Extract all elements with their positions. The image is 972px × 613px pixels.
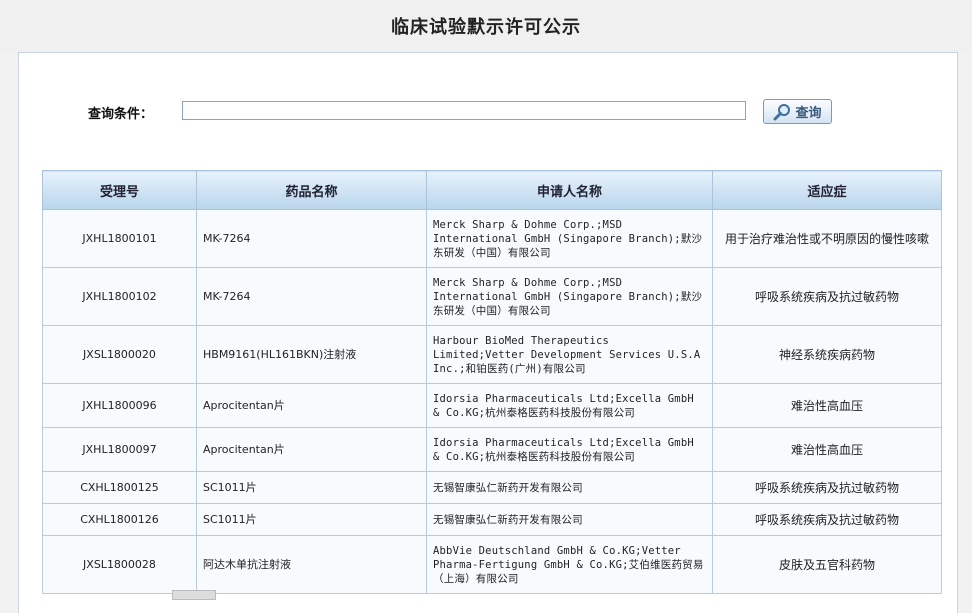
header-applicant[interactable]: 申请人名称 (426, 170, 713, 210)
cell-id: CXHL1800125 (42, 471, 197, 504)
results-table: 受理号 药品名称 申请人名称 适应症 JXHL1800101 MK-7264 M… (42, 170, 942, 594)
table-row[interactable]: JXSL1800028 阿达木单抗注射液 AbbVie Deutschland … (42, 535, 942, 594)
cell-indication: 难治性高血压 (712, 383, 942, 428)
table-row[interactable]: JXHL1800102 MK-7264 Merck Sharp & Dohme … (42, 267, 942, 326)
table-row[interactable]: JXHL1800096 Aprocitentan片 Idorsia Pharma… (42, 383, 942, 428)
cell-indication: 难治性高血压 (712, 427, 942, 472)
cell-id: JXSL1800028 (42, 535, 197, 594)
horizontal-scrollbar-thumb[interactable] (172, 590, 216, 600)
cell-indication: 呼吸系统疾病及抗过敏药物 (712, 471, 942, 504)
cell-applicant: Idorsia Pharmaceuticals Ltd;Excella GmbH… (426, 427, 713, 472)
cell-applicant: AbbVie Deutschland GmbH & Co.KG;Vetter P… (426, 535, 713, 594)
cell-drug-name: MK-7264 (196, 209, 427, 268)
cell-drug-name: Aprocitentan片 (196, 383, 427, 428)
page-title: 临床试验默示许可公示 (391, 17, 581, 38)
cell-drug-name: SC1011片 (196, 471, 427, 504)
header-id[interactable]: 受理号 (42, 170, 197, 210)
cell-applicant: 无锡智康弘仁新药开发有限公司 (426, 471, 713, 504)
search-icon (773, 103, 791, 121)
cell-id: JXHL1800096 (42, 383, 197, 428)
table-row[interactable]: JXHL1800101 MK-7264 Merck Sharp & Dohme … (42, 209, 942, 268)
header-drug-name[interactable]: 药品名称 (196, 170, 427, 210)
cell-indication: 用于治疗难治性或不明原因的慢性咳嗽 (712, 209, 942, 268)
table-row[interactable]: CXHL1800126 SC1011片 无锡智康弘仁新药开发有限公司 呼吸系统疾… (42, 503, 942, 536)
cell-id: JXSL1800020 (42, 325, 197, 384)
cell-drug-name: HBM9161(HL161BKN)注射液 (196, 325, 427, 384)
cell-applicant: Merck Sharp & Dohme Corp.;MSD Internatio… (426, 267, 713, 326)
cell-indication: 呼吸系统疾病及抗过敏药物 (712, 267, 942, 326)
table-header-row: 受理号 药品名称 申请人名称 适应症 (42, 170, 942, 210)
query-label: 查询条件： (88, 107, 154, 122)
cell-applicant: Harbour BioMed Therapeutics Limited;Vett… (426, 325, 713, 384)
table-row[interactable]: JXHL1800097 Aprocitentan片 Idorsia Pharma… (42, 427, 942, 472)
table-row[interactable]: JXSL1800020 HBM9161(HL161BKN)注射液 Harbour… (42, 325, 942, 384)
cell-applicant: Idorsia Pharmaceuticals Ltd;Excella GmbH… (426, 383, 713, 428)
query-button-label: 查询 (795, 106, 822, 121)
cell-applicant: Merck Sharp & Dohme Corp.;MSD Internatio… (426, 209, 713, 268)
cell-indication: 皮肤及五官科药物 (712, 535, 942, 594)
query-button[interactable]: 查询 (763, 99, 832, 124)
cell-indication: 呼吸系统疾病及抗过敏药物 (712, 503, 942, 536)
cell-drug-name: 阿达木单抗注射液 (196, 535, 427, 594)
cell-id: CXHL1800126 (42, 503, 197, 536)
cell-id: JXHL1800102 (42, 267, 197, 326)
header-indication[interactable]: 适应症 (712, 170, 942, 210)
cell-id: JXHL1800101 (42, 209, 197, 268)
table-row[interactable]: CXHL1800125 SC1011片 无锡智康弘仁新药开发有限公司 呼吸系统疾… (42, 471, 942, 504)
cell-drug-name: MK-7264 (196, 267, 427, 326)
query-input[interactable] (182, 101, 746, 120)
cell-drug-name: SC1011片 (196, 503, 427, 536)
title-bar: 临床试验默示许可公示 (0, 0, 972, 52)
cell-id: JXHL1800097 (42, 427, 197, 472)
cell-indication: 神经系统疾病药物 (712, 325, 942, 384)
cell-drug-name: Aprocitentan片 (196, 427, 427, 472)
cell-applicant: 无锡智康弘仁新药开发有限公司 (426, 503, 713, 536)
